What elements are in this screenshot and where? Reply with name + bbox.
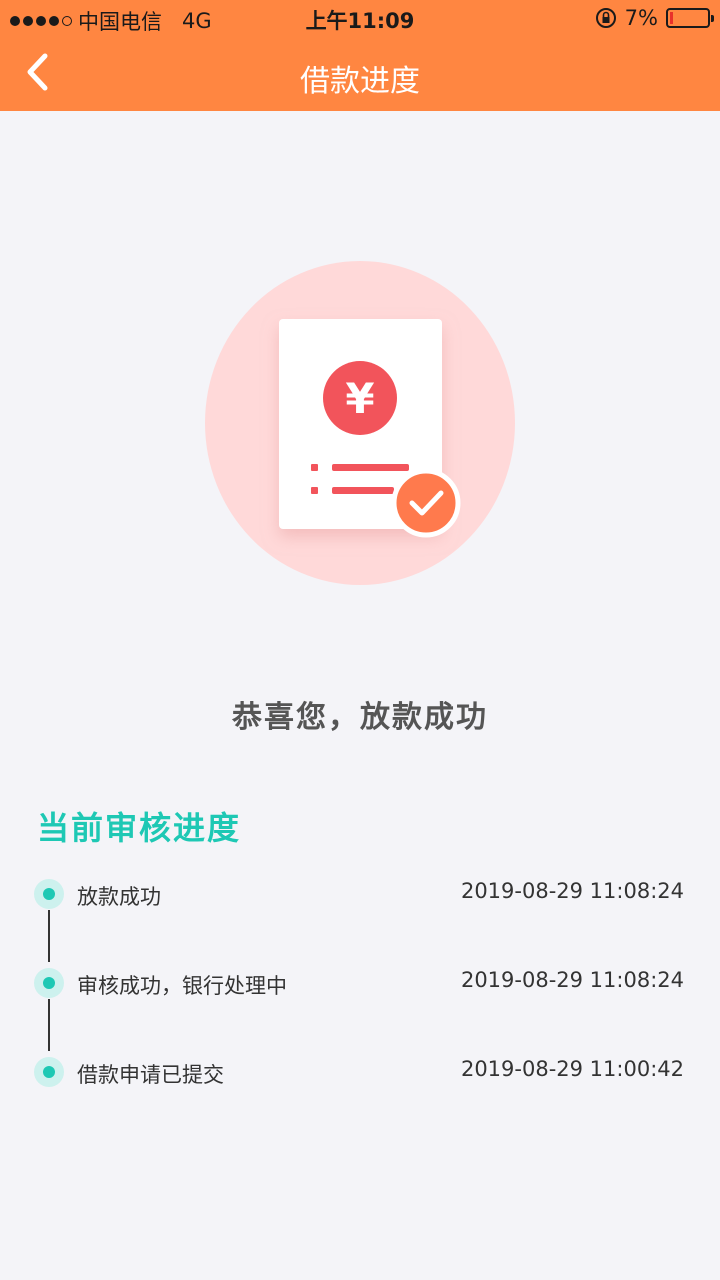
check-badge-icon — [391, 468, 461, 538]
page-title: 借款进度 — [300, 64, 420, 99]
orientation-lock-icon — [595, 8, 616, 28]
battery-icon — [666, 8, 714, 28]
status-bar: 中国电信 4G 上午11:09 7% — [0, 0, 720, 38]
timeline-time: 2019-08-29 11:08:24 — [460, 968, 684, 992]
timeline-item: 放款成功 2019-08-29 11:08:24 — [0, 870, 720, 920]
status-right: 7% — [595, 6, 714, 30]
success-message: 恭喜您，放款成功 — [232, 700, 488, 735]
timeline-connector — [48, 910, 50, 962]
doc-line-2 — [332, 487, 394, 494]
timeline-item: 借款申请已提交 2019-08-29 11:00:42 — [0, 1048, 720, 1098]
loan-document-success-icon: ¥ — [205, 261, 515, 585]
battery-percent: 7% — [624, 6, 658, 30]
timeline-dot-icon — [34, 879, 64, 909]
nav-bar: 借款进度 — [0, 38, 720, 111]
header: 中国电信 4G 上午11:09 7% 借款进度 — [0, 0, 720, 111]
timeline-dot-icon — [34, 968, 64, 998]
timeline-item: 审核成功，银行处理中 2019-08-29 11:08:24 — [0, 959, 720, 1009]
timeline-time: 2019-08-29 11:08:24 — [460, 879, 684, 903]
timeline-dot-icon — [34, 1057, 64, 1087]
progress-section-title: 当前审核进度 — [37, 809, 242, 847]
yuan-symbol: ¥ — [345, 374, 374, 423]
timeline-label: 审核成功，银行处理中 — [77, 974, 287, 998]
timeline-time: 2019-08-29 11:00:42 — [460, 1057, 684, 1081]
doc-line-dot-1 — [311, 464, 318, 471]
timeline-connector — [48, 999, 50, 1051]
doc-line-1 — [332, 464, 409, 471]
doc-line-dot-2 — [311, 487, 318, 494]
timeline-label: 借款申请已提交 — [77, 1063, 224, 1087]
timeline-label: 放款成功 — [77, 885, 161, 909]
